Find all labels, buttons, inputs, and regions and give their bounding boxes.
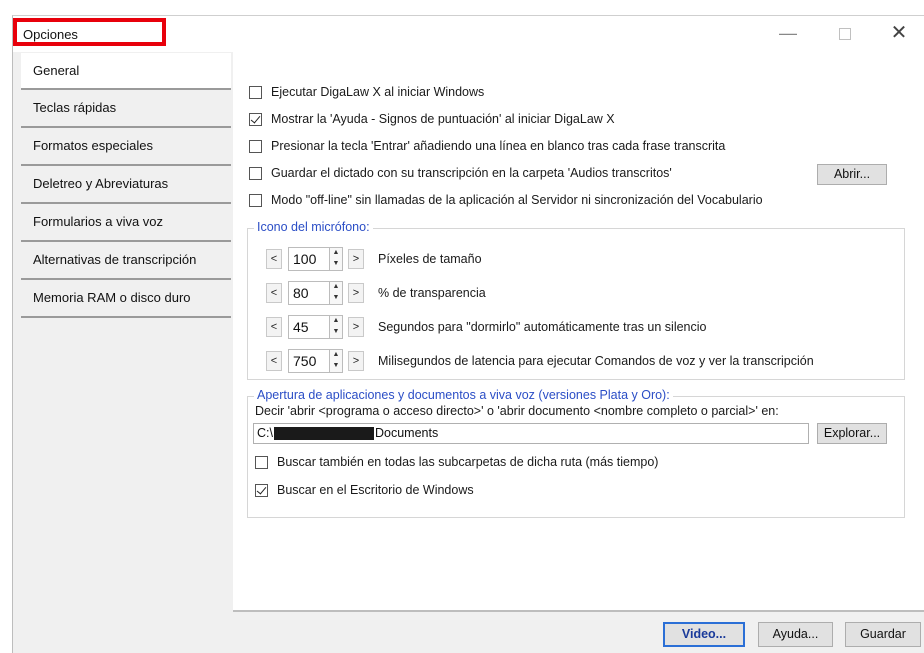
up-arrow-icon[interactable]: ▲	[330, 248, 342, 259]
sidebar-item-memory[interactable]: Memoria RAM o disco duro	[21, 280, 231, 318]
increase-button[interactable]: >	[348, 317, 364, 337]
sidebar-item-special-formats[interactable]: Formatos especiales	[21, 128, 231, 166]
down-arrow-icon[interactable]: ▼	[330, 327, 342, 338]
close-icon[interactable]: ✕	[884, 22, 914, 46]
spinner[interactable]: ▲ ▼	[330, 247, 343, 271]
sidebar-item-shortcuts[interactable]: Teclas rápidas	[21, 90, 231, 128]
explore-button[interactable]: Explorar...	[817, 423, 887, 444]
option-run-at-startup[interactable]: Ejecutar DigaLaw X al iniciar Windows	[249, 82, 484, 102]
path-input[interactable]: C:\ Documents	[253, 423, 809, 444]
help-button[interactable]: Ayuda...	[758, 622, 833, 647]
options-window: Opciones — ✕ General Teclas rápidas Form…	[12, 15, 924, 653]
maximize-icon[interactable]	[830, 22, 860, 46]
mic-group: Icono del micrófono: < 100 ▲ ▼ > Píxeles …	[247, 220, 905, 380]
option-label: Guardar el dictado con su transcripción …	[271, 166, 672, 180]
up-arrow-icon[interactable]: ▲	[330, 350, 342, 361]
option-label: Mostrar la 'Ayuda - Signos de puntuación…	[271, 112, 615, 126]
increase-button[interactable]: >	[348, 351, 364, 371]
option-save-dictation[interactable]: Guardar el dictado con su transcripción …	[249, 163, 672, 183]
setting-label: Milisegundos de latencia para ejecutar C…	[378, 354, 814, 368]
apps-instruction: Decir 'abrir <programa o acceso directo>…	[255, 404, 779, 418]
increase-button[interactable]: >	[348, 283, 364, 303]
checkbox[interactable]	[249, 166, 262, 180]
setting-label: % de transparencia	[378, 286, 486, 300]
sleep-input[interactable]: 45	[288, 315, 330, 339]
setting-label: Píxeles de tamaño	[378, 252, 482, 266]
mic-latency-setting: < 750 ▲ ▼ > Milisegundos de latencia para…	[266, 348, 814, 374]
spinner[interactable]: ▲ ▼	[330, 281, 343, 305]
decrease-button[interactable]: <	[266, 351, 282, 371]
decrease-button[interactable]: <	[266, 283, 282, 303]
sidebar-item-spelling[interactable]: Deletreo y Abreviaturas	[21, 166, 231, 204]
mic-transparency-setting: < 80 ▲ ▼ > % de transparencia	[266, 280, 486, 306]
option-search-desktop[interactable]: Buscar en el Escritorio de Windows	[255, 480, 474, 500]
down-arrow-icon[interactable]: ▼	[330, 259, 342, 270]
spinner[interactable]: ▲ ▼	[330, 315, 343, 339]
sidebar-item-voice-forms[interactable]: Formularios a viva voz	[21, 204, 231, 242]
option-offline-mode[interactable]: Modo "off-line" sin llamadas de la aplic…	[249, 190, 763, 210]
path-suffix: Documents	[374, 426, 439, 440]
apps-group-title: Apertura de aplicaciones y documentos a …	[254, 388, 673, 402]
up-arrow-icon[interactable]: ▲	[330, 282, 342, 293]
checkbox[interactable]	[249, 139, 262, 153]
sidebar: General Teclas rápidas Formatos especial…	[21, 53, 231, 318]
option-label: Buscar también en todas las subcarpetas …	[277, 455, 659, 469]
transparency-input[interactable]: 80	[288, 281, 330, 305]
checkbox[interactable]	[249, 85, 262, 99]
increase-button[interactable]: >	[348, 249, 364, 269]
minimize-icon[interactable]: —	[773, 22, 803, 46]
path-prefix: C:\	[257, 426, 273, 440]
latency-input[interactable]: 750	[288, 349, 330, 373]
size-input[interactable]: 100	[288, 247, 330, 271]
open-button[interactable]: Abrir...	[817, 164, 887, 185]
option-search-subfolders[interactable]: Buscar también en todas las subcarpetas …	[255, 452, 658, 472]
option-label: Presionar la tecla 'Entrar' añadiendo un…	[271, 139, 726, 153]
mic-group-title: Icono del micrófono:	[254, 220, 373, 234]
spinner[interactable]: ▲ ▼	[330, 349, 343, 373]
down-arrow-icon[interactable]: ▼	[330, 361, 342, 372]
save-button[interactable]: Guardar	[845, 622, 921, 647]
checkbox[interactable]	[249, 112, 262, 126]
mic-size-setting: < 100 ▲ ▼ > Píxeles de tamaño	[266, 246, 482, 272]
checkbox[interactable]	[255, 483, 268, 497]
option-show-help[interactable]: Mostrar la 'Ayuda - Signos de puntuación…	[249, 109, 615, 129]
mic-sleep-setting: < 45 ▲ ▼ > Segundos para "dormirlo" autom…	[266, 314, 707, 340]
option-label: Modo "off-line" sin llamadas de la aplic…	[271, 193, 763, 207]
video-button[interactable]: Video...	[663, 622, 745, 647]
sidebar-item-alternatives[interactable]: Alternativas de transcripción	[21, 242, 231, 280]
up-arrow-icon[interactable]: ▲	[330, 316, 342, 327]
option-label: Ejecutar DigaLaw X al iniciar Windows	[271, 85, 485, 99]
option-label: Buscar en el Escritorio de Windows	[277, 483, 474, 497]
title-bar: Opciones — ✕	[13, 16, 924, 52]
general-panel: Ejecutar DigaLaw X al iniciar Windows Mo…	[233, 52, 924, 612]
setting-label: Segundos para "dormirlo" automáticamente…	[378, 320, 707, 334]
checkbox[interactable]	[249, 193, 262, 207]
option-enter-blank-line[interactable]: Presionar la tecla 'Entrar' añadiendo un…	[249, 136, 725, 156]
down-arrow-icon[interactable]: ▼	[330, 293, 342, 304]
sidebar-item-general[interactable]: General	[21, 53, 231, 90]
decrease-button[interactable]: <	[266, 249, 282, 269]
window-title: Opciones	[23, 27, 78, 42]
redacted-text	[273, 427, 374, 441]
decrease-button[interactable]: <	[266, 317, 282, 337]
checkbox[interactable]	[255, 455, 268, 469]
